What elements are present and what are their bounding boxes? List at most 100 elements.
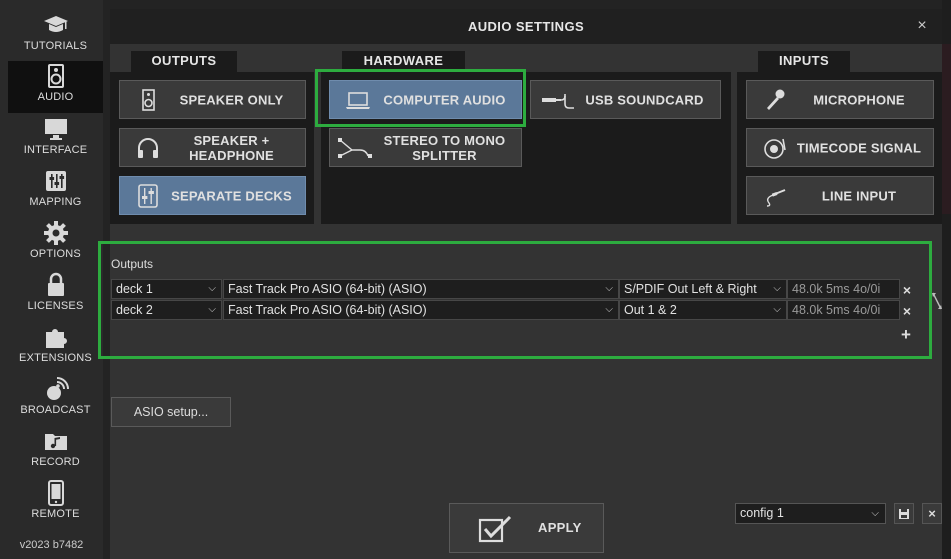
sidebar-item-label: TUTORIALS — [23, 40, 88, 52]
device-select[interactable]: Fast Track Pro ASIO (64-bit) (ASIO) ⌵ — [223, 279, 619, 299]
mixer-icon — [138, 183, 158, 208]
rca-cable-icon — [766, 188, 786, 207]
broadcast-icon — [46, 377, 69, 400]
button-label: SPEAKER + HEADPHONE — [189, 132, 274, 163]
speaker-only-button[interactable]: SPEAKER ONLY — [119, 80, 306, 119]
checkbox-check-icon — [478, 515, 512, 543]
microphone-button[interactable]: MICROPHONE — [746, 80, 934, 119]
sidebar-item-label: INTERFACE — [23, 144, 88, 156]
button-label: TIMECODE SIGNAL — [796, 140, 922, 155]
sidebar-item-licenses[interactable]: LICENSES — [8, 270, 103, 322]
apply-button[interactable]: APPLY — [449, 503, 604, 553]
sidebar-item-remote[interactable]: REMOTE — [8, 478, 103, 530]
lock-icon — [47, 272, 64, 296]
sidebar-item-record[interactable]: RECORD — [8, 426, 103, 478]
floppy-disk-icon — [899, 509, 909, 519]
timecode-signal-button[interactable]: TIMECODE SIGNAL — [746, 128, 934, 167]
device-info: 48.0k 5ms 4o/0i — [787, 279, 900, 299]
add-row-button[interactable]: + — [899, 326, 913, 343]
computer-audio-button[interactable]: COMPUTER AUDIO — [329, 80, 522, 119]
save-config-button[interactable] — [894, 503, 914, 524]
chevron-down-icon: ⌵ — [773, 283, 781, 294]
music-folder-icon — [44, 434, 67, 450]
sidebar-item-label: BROADCAST — [20, 404, 91, 416]
background-window-edge — [942, 0, 951, 559]
channel-value: Out 1 & 2 — [624, 303, 677, 317]
device-value: Fast Track Pro ASIO (64-bit) (ASIO) — [228, 282, 427, 296]
audio-settings-dialog: AUDIO SETTINGS × OUTPUTS SPEAKER ONLY SP… — [110, 9, 942, 559]
button-label: SPEAKER ONLY — [179, 92, 284, 107]
config-select[interactable]: config 1 ⌵ — [735, 503, 886, 524]
button-label: LINE INPUT — [821, 188, 897, 203]
chevron-down-icon: ⌵ — [605, 283, 613, 294]
channel-select[interactable]: S/PDIF Out Left & Right ⌵ — [619, 279, 787, 299]
phone-icon — [47, 480, 64, 506]
dialog-title: AUDIO SETTINGS — [467, 19, 585, 34]
close-button[interactable]: × — [914, 18, 930, 34]
speaker-headphone-button[interactable]: SPEAKER + HEADPHONE — [119, 128, 306, 167]
sliders-icon — [45, 171, 66, 191]
sidebar-item-tutorials[interactable]: TUTORIALS — [8, 10, 103, 62]
device-info: 48.0k 5ms 4o/0i — [787, 300, 900, 320]
sidebar-item-label: AUDIO — [37, 91, 74, 103]
deck-select[interactable]: deck 1 ⌵ — [111, 279, 222, 299]
headphones-icon — [138, 137, 158, 158]
sidebar-item-options[interactable]: OPTIONS — [8, 218, 103, 270]
chevron-down-icon: ⌵ — [871, 508, 879, 519]
deck-value: deck 1 — [116, 282, 153, 296]
sidebar-item-label: EXTENSIONS — [19, 352, 92, 364]
sidebar-item-audio[interactable]: AUDIO — [8, 61, 103, 113]
button-label: MICROPHONE — [813, 92, 905, 107]
asio-setup-button[interactable]: ASIO setup... — [111, 397, 231, 427]
chevron-down-icon: ⌵ — [208, 304, 216, 315]
delete-config-button[interactable]: × — [922, 503, 942, 524]
separate-decks-button[interactable]: SEPARATE DECKS — [119, 176, 306, 215]
hardware-group-label: HARDWARE — [342, 51, 465, 73]
sidebar-item-label: LICENSES — [27, 300, 84, 312]
monitor-icon — [44, 119, 67, 140]
remove-row-button[interactable]: × — [900, 283, 914, 297]
sidebar-item-broadcast[interactable]: BROADCAST — [8, 374, 103, 426]
chevron-down-icon: ⌵ — [208, 283, 216, 294]
sidebar-item-extensions[interactable]: EXTENSIONS — [8, 322, 103, 374]
sidebar-item-label: REMOTE — [31, 508, 80, 520]
line-input-button[interactable]: LINE INPUT — [746, 176, 934, 215]
device-select[interactable]: Fast Track Pro ASIO (64-bit) (ASIO) ⌵ — [223, 300, 619, 320]
usb-cable-icon — [542, 93, 574, 109]
deck-value: deck 2 — [116, 303, 153, 317]
usb-soundcard-button[interactable]: USB SOUNDCARD — [530, 80, 721, 119]
sidebar-item-label: MAPPING — [29, 196, 82, 208]
outputs-group-label: OUTPUTS — [131, 51, 237, 73]
background-window-strip — [942, 44, 951, 214]
speaker-icon — [47, 64, 64, 88]
sidebar-item-interface[interactable]: INTERFACE — [8, 114, 103, 166]
config-value: config 1 — [740, 506, 784, 520]
sidebar-item-label: RECORD — [31, 456, 80, 468]
microphone-icon — [767, 89, 785, 110]
remove-row-button[interactable]: × — [900, 304, 914, 318]
outputs-table-label: Outputs — [111, 257, 154, 271]
sidebar-item-label: OPTIONS — [30, 248, 81, 260]
button-label: STEREO TO MONO SPLITTER — [383, 132, 506, 163]
graduation-cap-icon — [43, 16, 68, 32]
chevron-down-icon: ⌵ — [605, 304, 613, 315]
version-label: v2023 b7482 — [19, 539, 84, 551]
stereo-to-mono-splitter-button[interactable]: STEREO TO MONO SPLITTER — [329, 128, 522, 167]
inputs-group-label: INPUTS — [758, 51, 850, 73]
sidebar-item-mapping[interactable]: MAPPING — [8, 166, 103, 218]
laptop-icon — [346, 91, 370, 109]
channel-select[interactable]: Out 1 & 2 ⌵ — [619, 300, 787, 320]
button-label: SEPARATE DECKS — [171, 188, 292, 203]
button-label: COMPUTER AUDIO — [383, 92, 506, 107]
sidebar: TUTORIALS AUDIO INTERFACE MAPPING OPTION… — [0, 0, 103, 559]
deck-select[interactable]: deck 2 ⌵ — [111, 300, 222, 320]
device-value: Fast Track Pro ASIO (64-bit) (ASIO) — [228, 303, 427, 317]
apply-label: APPLY — [538, 520, 582, 535]
splitter-cable-icon — [338, 137, 372, 158]
puzzle-icon — [45, 329, 67, 348]
channel-value: S/PDIF Out Left & Right — [624, 282, 757, 296]
gear-icon — [43, 221, 68, 245]
turntable-icon — [764, 138, 786, 159]
speaker-icon — [142, 88, 155, 111]
chevron-down-icon: ⌵ — [773, 304, 781, 315]
